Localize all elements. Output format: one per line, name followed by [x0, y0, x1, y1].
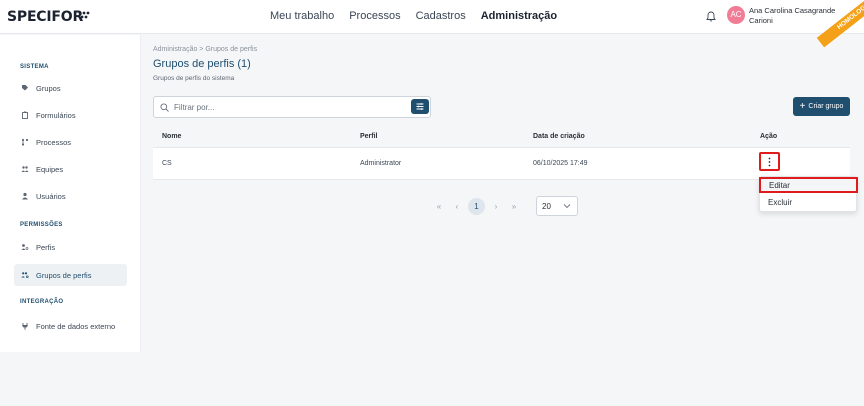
column-header-nome[interactable]: Nome [162, 133, 181, 140]
profile-group-icon [21, 271, 29, 279]
plug-icon [21, 322, 29, 330]
sidebar-item-label: Fonte de dados externo [36, 321, 116, 331]
bell-icon[interactable] [706, 11, 716, 22]
filter-field [153, 96, 431, 118]
sidebar-item-equipes[interactable]: Equipes [14, 158, 127, 180]
user-icon [21, 192, 29, 200]
next-page-button[interactable]: › [487, 202, 505, 211]
user-avatar[interactable]: AC [727, 6, 745, 24]
nav-processos[interactable]: Processos [349, 10, 400, 22]
menu-item-editar[interactable]: Editar [759, 177, 858, 193]
sidebar-item-grupos-de-perfis[interactable]: Grupos de perfis [14, 264, 127, 286]
main-nav: Meu trabalho Processos Cadastros Adminis… [270, 10, 557, 22]
plus-icon: + [799, 100, 806, 112]
section-title-integracao: INTEGRAÇÃO [20, 299, 64, 305]
column-header-perfil[interactable]: Perfil [360, 133, 378, 140]
nav-meu-trabalho[interactable]: Meu trabalho [270, 10, 334, 22]
kebab-menu-icon [768, 157, 771, 166]
sidebar-item-formularios[interactable]: Formulários [14, 104, 127, 126]
filter-options-button[interactable] [411, 99, 429, 114]
chevron-down-icon [563, 204, 571, 209]
sidebar-item-label: Usuários [36, 191, 66, 201]
first-page-button[interactable]: « [430, 202, 448, 211]
page-size-value: 20 [542, 201, 551, 211]
current-page[interactable]: 1 [468, 197, 485, 215]
cell-perfil: Administrator [360, 160, 402, 167]
prev-page-button[interactable]: ‹ [448, 202, 466, 211]
environment-ribbon: HOMOLOG [804, 0, 864, 50]
column-header-data[interactable]: Data de criação [533, 133, 585, 140]
sidebar-item-perfis[interactable]: Perfis [14, 236, 127, 258]
profile-key-icon [21, 243, 29, 251]
breadcrumb: Administração > Grupos de perfis [153, 46, 258, 53]
page-subtitle: Grupos de perfis do sistema [153, 75, 235, 82]
page-size-select[interactable]: 20 [536, 196, 578, 216]
sidebar-item-usuarios[interactable]: Usuários [14, 185, 127, 207]
logo-dots-icon [78, 11, 90, 19]
team-icon [21, 165, 29, 173]
section-title-sistema: SISTEMA [20, 64, 49, 70]
nav-cadastros[interactable]: Cadastros [416, 10, 466, 22]
create-group-button[interactable]: + Criar grupo [793, 97, 850, 116]
app-logo[interactable]: SPECIFOR [7, 9, 83, 25]
sliders-icon [416, 103, 424, 110]
profile-groups-table: Nome Perfil Data de criação Ação CS Admi… [153, 126, 850, 180]
sidebar-item-fonte-de-dados[interactable]: Fonte de dados externo [14, 315, 127, 337]
tag-icon [21, 84, 29, 92]
filter-input[interactable] [174, 100, 404, 114]
sidebar-item-label: Grupos [36, 83, 61, 93]
sidebar-item-label: Processos [36, 137, 72, 147]
nav-administracao[interactable]: Administração [481, 10, 557, 22]
page-title: Grupos de perfis (1) [153, 58, 251, 70]
cell-nome: CS [162, 160, 172, 167]
environment-badge: HOMOLOG [816, 0, 864, 48]
sidebar-item-label: Equipes [36, 164, 64, 174]
top-bar: SPECIFOR Meu trabalho Processos Cadastro… [0, 0, 864, 48]
search-icon [160, 103, 169, 112]
sidebar-item-label: Grupos de perfis [36, 270, 92, 280]
flow-icon [21, 138, 29, 146]
create-group-label: Criar grupo [808, 103, 844, 110]
sidebar-item-label: Formulários [36, 110, 76, 120]
column-header-acao: Ação [760, 133, 778, 140]
row-actions-menu: Editar Excluir [759, 176, 858, 212]
cell-data-criacao: 06/10/2025 17:49 [533, 160, 588, 167]
sidebar: SISTEMA Grupos Formulários Processos Equ… [0, 35, 141, 352]
table-header: Nome Perfil Data de criação Ação [153, 126, 850, 148]
section-title-permissoes: PERMISSÕES [20, 222, 63, 228]
sidebar-item-grupos[interactable]: Grupos [14, 77, 127, 99]
menu-item-excluir[interactable]: Excluir [760, 196, 856, 211]
clipboard-icon [21, 111, 29, 119]
sidebar-item-processos[interactable]: Processos [14, 131, 127, 153]
row-actions-button[interactable] [759, 152, 780, 171]
last-page-button[interactable]: » [505, 202, 523, 211]
table-row[interactable]: CS Administrator 06/10/2025 17:49 [153, 148, 850, 180]
sidebar-item-label: Perfis [36, 242, 56, 252]
pagination: « ‹ 1 › » [430, 196, 523, 216]
